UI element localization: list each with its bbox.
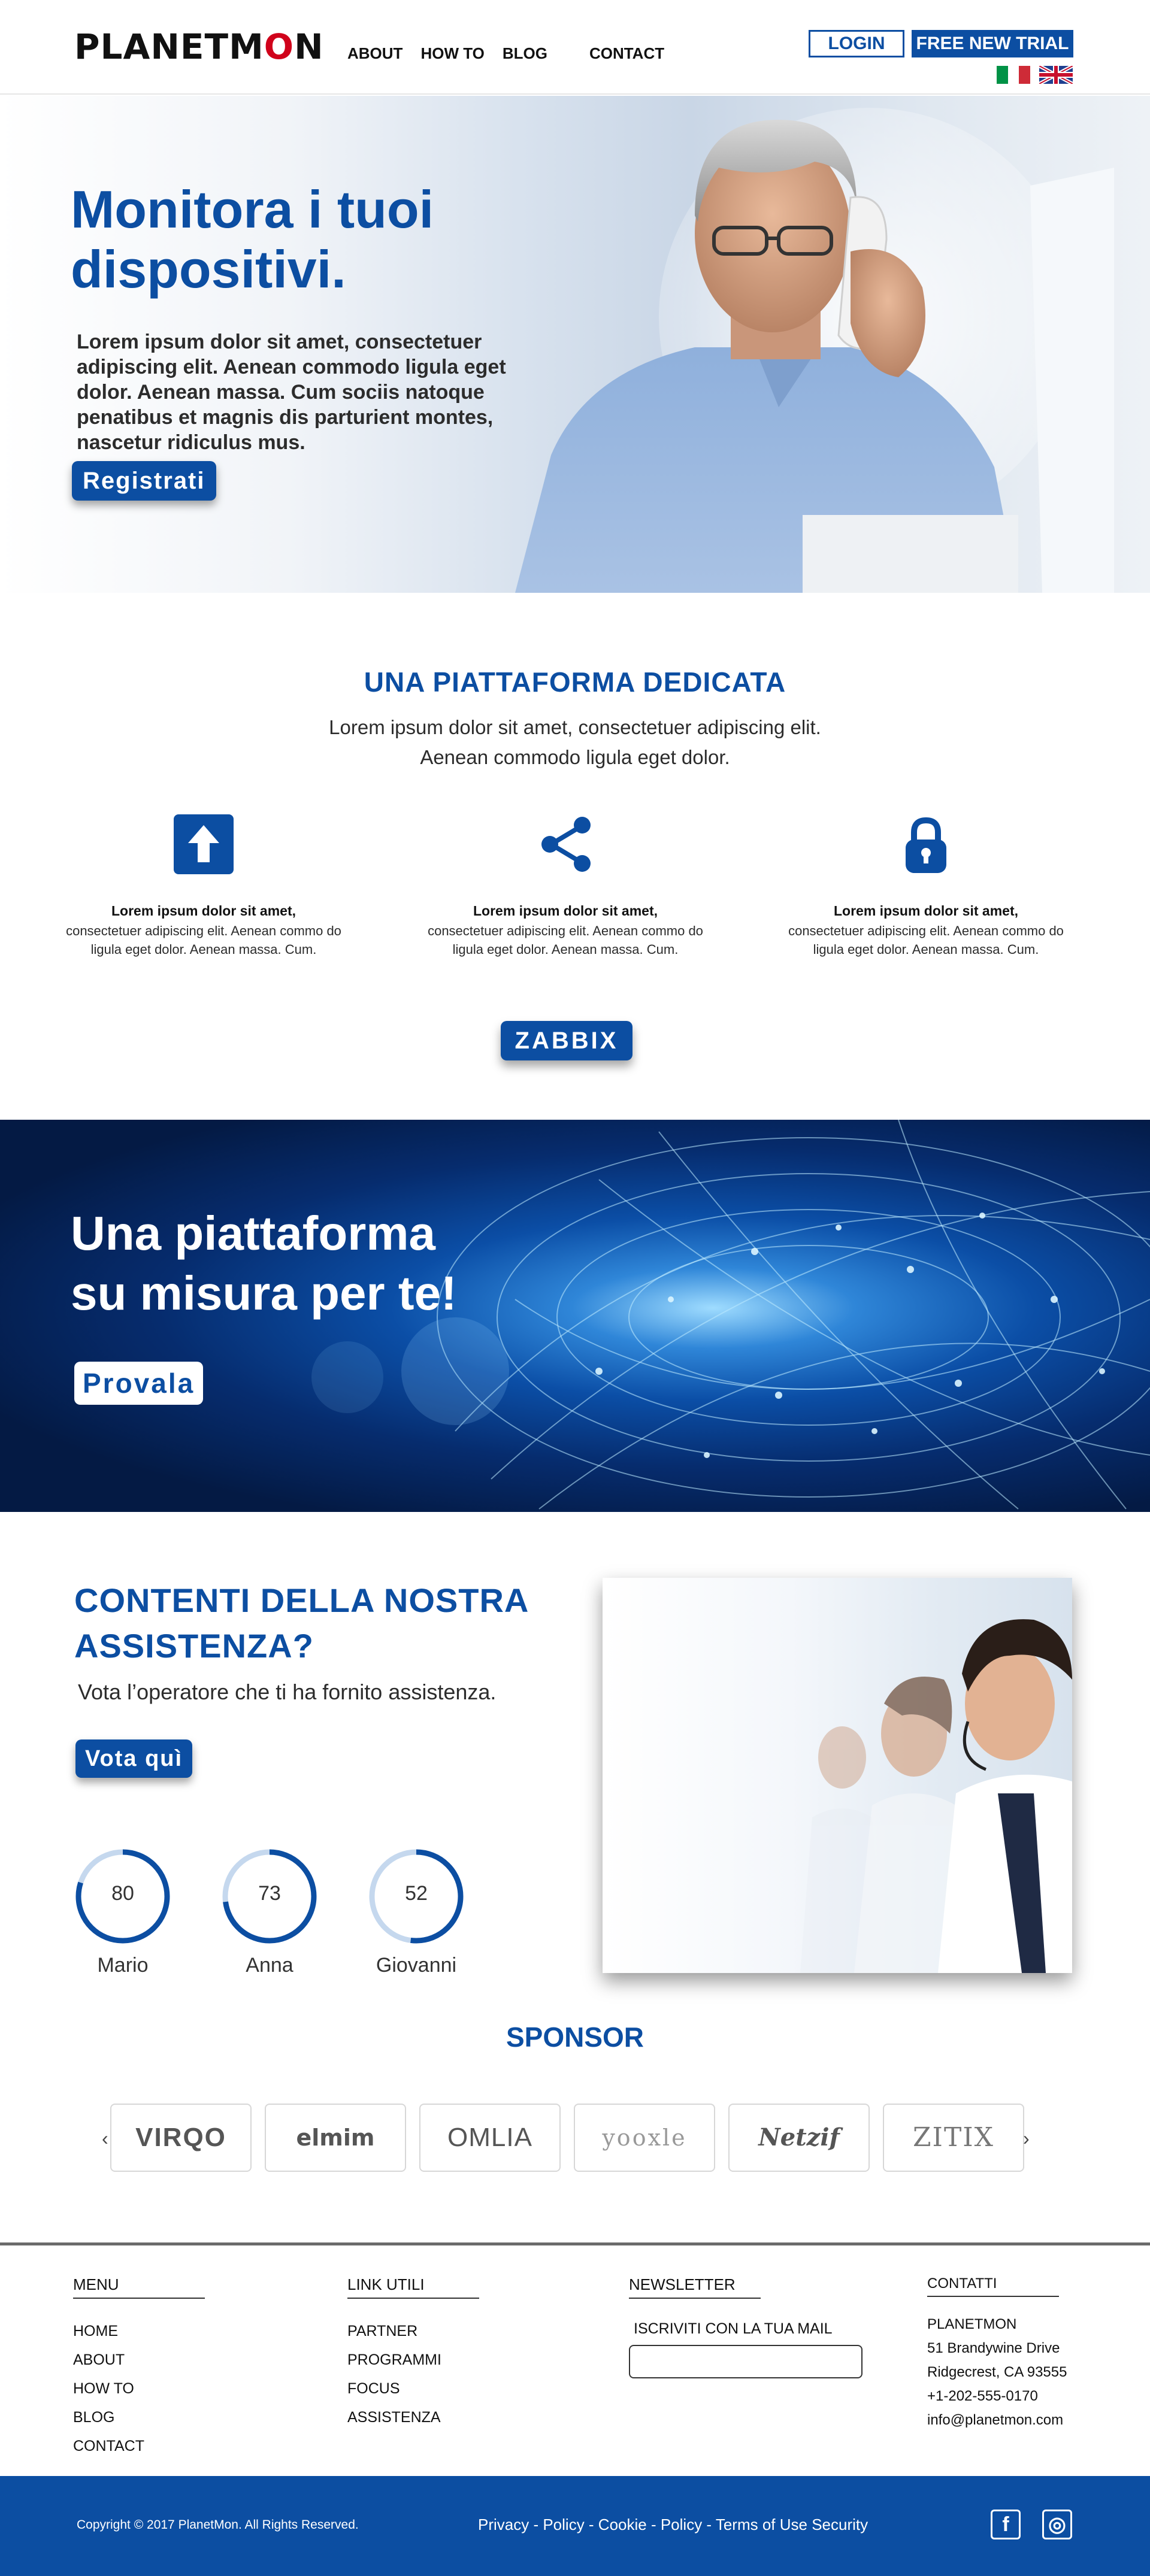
assistance-section: CONTENTI DELLA NOSTRA ASSISTENZA? Vota l… — [0, 1512, 1150, 2021]
footer-contacts-title: CONTATTI — [927, 2275, 1059, 2297]
feature-text: consectetuer adipiscing elit. Aenean com… — [66, 923, 341, 957]
sponsor-title: SPONSOR — [506, 2022, 644, 2053]
operator-rating: 73 Anna — [219, 1847, 320, 1977]
sponsor-logo[interactable]: VIRQO — [110, 2104, 252, 2172]
legal-links[interactable]: Privacy - Policy - Cookie - Policy - Ter… — [478, 2516, 868, 2534]
footer-newsletter: NEWSLETTER ISCRIVITI CON LA TUA MAIL — [629, 2275, 862, 2378]
main-nav: ABOUT HOW TO BLOG CONTACT — [347, 44, 682, 63]
sponsor-logo[interactable]: ZITIX — [883, 2104, 1024, 2172]
contact-street: 51 Brandywine Drive — [927, 2340, 1060, 2356]
sponsor-logo[interactable]: Netzif — [728, 2104, 870, 2172]
contact-email[interactable]: info@planetmon.com — [927, 2408, 1067, 2432]
feature-lock: Lorem ipsum dolor sit amet, consectetuer… — [782, 814, 1070, 959]
footer-link-about[interactable]: ABOUT — [73, 2345, 205, 2374]
contact-city: Ridgecrest, CA 93555 — [927, 2364, 1067, 2380]
footer-link-home[interactable]: HOME — [73, 2317, 205, 2345]
banner-title: Una piattaforma su misura per te! — [71, 1207, 457, 1320]
site-header: PLANETMON ABOUT HOW TO BLOG CONTACT LOGI… — [0, 0, 1150, 95]
rating-score: 73 — [258, 1882, 281, 1905]
feature-share: Lorem ipsum dolor sit amet, consectetuer… — [422, 814, 709, 959]
footer-links-title: LINK UTILI — [347, 2275, 479, 2299]
footer-useful-links: LINK UTILI PARTNER PROGRAMMI FOCUS ASSIS… — [347, 2275, 479, 2432]
footer-bottom-bar: Copyright © 2017 PlanetMon. All Rights R… — [0, 2476, 1150, 2576]
try-it-button[interactable]: Provala — [74, 1362, 204, 1405]
assistance-title: CONTENTI DELLA NOSTRA ASSISTENZA? — [74, 1581, 528, 1665]
sponsor-logo[interactable]: elmim — [265, 2104, 406, 2172]
nav-how-to[interactable]: HOW TO — [420, 44, 484, 63]
feature-title: Lorem ipsum dolor sit amet, — [111, 903, 296, 919]
footer-link-how-to[interactable]: HOW TO — [73, 2374, 205, 2403]
lock-icon — [896, 814, 956, 874]
carousel-next-icon[interactable]: › — [1023, 2128, 1030, 2150]
feature-text: consectetuer adipiscing elit. Aenean com… — [788, 923, 1064, 957]
footer-link-partner[interactable]: PARTNER — [347, 2317, 479, 2345]
newsletter-email-input[interactable] — [629, 2345, 862, 2378]
rating-score: 52 — [405, 1882, 428, 1905]
hero-section: Monitora i tuoi dispositivi. Lorem ipsum… — [0, 96, 1150, 593]
nav-about[interactable]: ABOUT — [347, 44, 402, 63]
platform-section: UNA PIATTAFORMA DEDICATA Lorem ipsum dol… — [0, 593, 1150, 1120]
hero-man-on-phone-image — [515, 120, 1114, 593]
nav-contact[interactable]: CONTACT — [589, 44, 664, 63]
feature-text: consectetuer adipiscing elit. Aenean com… — [428, 923, 703, 957]
footer-link-blog[interactable]: BLOG — [73, 2403, 205, 2432]
sponsor-logo[interactable]: yooxle — [574, 2104, 715, 2172]
footer-link-assistenza[interactable]: ASSISTENZA — [347, 2403, 479, 2432]
footer-link-programmi[interactable]: PROGRAMMI — [347, 2345, 479, 2374]
instagram-icon[interactable]: ◎ — [1042, 2510, 1072, 2539]
footer-link-focus[interactable]: FOCUS — [347, 2374, 479, 2403]
hero-description: Lorem ipsum dolor sit amet, consectetuer… — [77, 331, 506, 454]
contact-company: PLANETMON — [927, 2316, 1017, 2332]
sponsor-section: SPONSOR ‹ VIRQO elmim OMLIA yooxle Netzi… — [0, 2021, 1150, 2242]
operator-name: Giovanni — [376, 1954, 457, 1977]
zabbix-button[interactable]: ZABBIX — [501, 1021, 632, 1060]
platform-title: UNA PIATTAFORMA DEDICATA — [364, 666, 786, 698]
nav-blog[interactable]: BLOG — [503, 44, 547, 63]
italian-flag-icon[interactable] — [997, 66, 1031, 84]
operator-rating: 52 Giovanni — [365, 1847, 467, 1977]
footer-link-contact[interactable]: CONTACT — [73, 2432, 205, 2460]
assistance-subtitle: Vota l’operatore che ti ha fornito assis… — [78, 1680, 497, 1704]
login-button[interactable]: LOGIN — [809, 30, 904, 57]
rating-score: 80 — [111, 1882, 134, 1905]
contact-phone[interactable]: +1-202-555-0170 — [927, 2384, 1067, 2408]
carousel-prev-icon[interactable]: ‹ — [102, 2128, 108, 2150]
free-trial-button[interactable]: FREE NEW TRIAL — [912, 30, 1073, 57]
site-footer: MENU HOME ABOUT HOW TO BLOG CONTACT LINK… — [0, 2242, 1150, 2476]
operator-name: Mario — [97, 1954, 149, 1977]
feature-upload: Lorem ipsum dolor sit amet, consectetuer… — [60, 814, 347, 959]
call-center-photo — [603, 1578, 1072, 1973]
footer-contacts: CONTATTI PLANETMON 51 Brandywine Drive R… — [927, 2275, 1067, 2432]
vote-button[interactable]: Vota quì — [75, 1739, 193, 1778]
globe-banner: Una piattaforma su misura per te! Provala — [0, 1120, 1150, 1512]
sponsor-logo[interactable]: OMLIA — [419, 2104, 561, 2172]
planetmon-logo[interactable]: PLANETMON — [74, 26, 324, 67]
upload-icon — [174, 814, 234, 874]
footer-menu: MENU HOME ABOUT HOW TO BLOG CONTACT — [73, 2275, 205, 2460]
footer-menu-title: MENU — [73, 2275, 205, 2299]
share-icon — [535, 814, 595, 874]
operator-rating: 80 Mario — [72, 1847, 174, 1977]
english-flag-icon[interactable] — [1039, 66, 1073, 84]
feature-title: Lorem ipsum dolor sit amet, — [834, 903, 1018, 919]
operator-name: Anna — [246, 1954, 293, 1977]
copyright-text: Copyright © 2017 PlanetMon. All Rights R… — [77, 2518, 359, 2532]
platform-subtitle: Lorem ipsum dolor sit amet, consectetuer… — [329, 716, 821, 768]
register-button[interactable]: Registrati — [72, 461, 216, 501]
newsletter-label: ISCRIVITI CON LA TUA MAIL — [634, 2320, 833, 2337]
facebook-icon[interactable]: f — [991, 2510, 1021, 2539]
hero-title: Monitora i tuoi dispositivi. — [71, 180, 434, 299]
feature-title: Lorem ipsum dolor sit amet, — [473, 903, 658, 919]
footer-newsletter-title: NEWSLETTER — [629, 2275, 761, 2299]
